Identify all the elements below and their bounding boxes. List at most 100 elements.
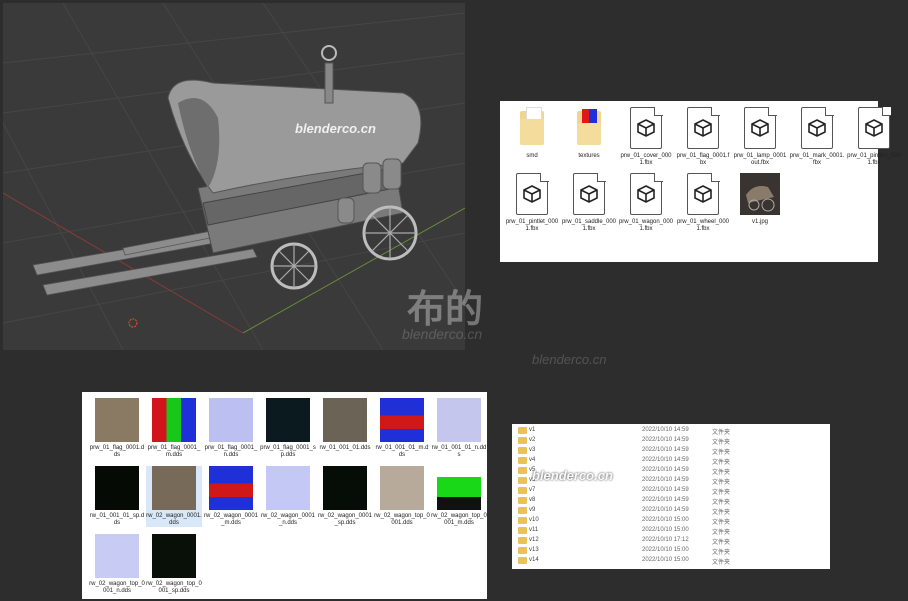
texture-item[interactable]: rw_02_wagon_0001_sp.dds — [317, 466, 373, 527]
folder-type: 文件夹 — [712, 440, 731, 446]
file-item[interactable]: prw_01_flag_0001.fbx — [675, 106, 731, 167]
texture-item[interactable]: rw_02_wagon_top_0001_m.dds — [431, 466, 487, 527]
3d-file-icon — [683, 106, 723, 151]
viewport-watermark: blenderco.cn — [295, 121, 376, 136]
folder-icon — [518, 547, 527, 554]
texture-name: rw_02_wagon_0001_n.dds — [260, 513, 316, 526]
file-name: textures — [578, 153, 600, 159]
file-item[interactable]: prw_01_pintlet_0001.fbx — [504, 172, 560, 233]
texture-thumbnail — [209, 466, 253, 510]
texture-item[interactable]: rw_02_wagon_top_0001.dds — [374, 466, 430, 527]
texture-name: prw_01_flag_0001_n.dds — [204, 445, 258, 458]
file-item[interactable]: prw_01_wheel_0001.fbx — [675, 172, 731, 233]
folder-icon — [518, 437, 527, 444]
folder-name: v2 — [529, 437, 536, 443]
image-thumbnail — [740, 173, 780, 217]
folder-row[interactable]: v11 2022/10/10 15:00 文件夹 — [516, 526, 826, 536]
folder-row[interactable]: v7 2022/10/10 14:59 文件夹 — [516, 486, 826, 496]
file-item[interactable]: prw_01_wagon_0001.fbx — [618, 172, 674, 233]
file-item[interactable]: prw_01_pintles_0001.fbx — [846, 106, 902, 167]
folder-type: 文件夹 — [712, 550, 731, 556]
folder-type: 文件夹 — [712, 530, 731, 536]
folder-type: 文件夹 — [712, 460, 731, 466]
folder-date: 2022/10/10 14:59 — [642, 487, 689, 493]
site-watermark-lower: blenderco.cn — [532, 352, 607, 367]
file-item[interactable]: v1.jpg — [732, 173, 788, 226]
texture-item[interactable]: rw_01_001_01_m.dds — [374, 398, 430, 459]
texture-name: rw_02_wagon_top_0001_n.dds — [89, 581, 145, 594]
folder-date: 2022/10/10 14:59 — [642, 477, 689, 483]
3d-viewport[interactable]: blenderco.cn — [3, 3, 465, 350]
file-item[interactable]: smd — [504, 107, 560, 160]
texture-item[interactable]: rw_02_wagon_0001_n.dds — [260, 466, 316, 527]
texture-item[interactable]: prw_01_flag_0001_n.dds — [203, 398, 259, 459]
texture-item[interactable]: prw_01_flag_0001_sp.dds — [260, 398, 316, 459]
folder-icon — [518, 467, 527, 474]
file-item[interactable]: prw_01_mark_0001.fbx — [789, 106, 845, 167]
texture-thumbnail — [437, 466, 481, 510]
texture-name: rw_02_wagon_0001_sp.dds — [317, 513, 373, 526]
folder-row[interactable]: v9 2022/10/10 14:59 文件夹 — [516, 506, 826, 516]
texture-item[interactable]: rw_02_wagon_0001_m.dds — [203, 466, 259, 527]
texture-thumbnail — [380, 466, 424, 510]
texture-thumbnail — [95, 398, 139, 442]
folder-date: 2022/10/10 14:59 — [642, 467, 689, 473]
file-name: prw_01_wagon_0001.fbx — [618, 219, 674, 232]
file-item[interactable]: prw_01_saddle_0001.fbx — [561, 172, 617, 233]
folder-name: v9 — [529, 507, 536, 513]
folder-row[interactable]: v10 2022/10/10 15:00 文件夹 — [516, 516, 826, 526]
folder-type: 文件夹 — [712, 540, 731, 546]
folder-icon — [518, 447, 527, 454]
texture-thumbnail — [152, 398, 196, 442]
file-item[interactable]: prw_01_lamp_0001out.fbx — [732, 106, 788, 167]
file-name: v1.jpg — [751, 219, 768, 225]
texture-item[interactable]: prw_01_flag_0001_m.dds — [146, 398, 202, 459]
file-name: smd — [526, 153, 538, 159]
folder-row[interactable]: v12 2022/10/10 17:12 文件夹 — [516, 536, 826, 546]
folder-type: 文件夹 — [712, 490, 731, 496]
folder-name: v4 — [529, 457, 536, 463]
folder-row[interactable]: v13 2022/10/10 15:00 文件夹 — [516, 546, 826, 556]
folder-date: 2022/10/10 14:59 — [642, 427, 689, 433]
3d-file-icon — [626, 172, 666, 217]
file-name: prw_01_pintles_0001.fbx — [847, 153, 901, 166]
folder-row[interactable]: v4 2022/10/10 14:59 文件夹 — [516, 456, 826, 466]
3d-file-icon — [569, 172, 609, 217]
folder-name: v7 — [529, 487, 536, 493]
folder-row[interactable]: v3 2022/10/10 14:59 文件夹 — [516, 446, 826, 456]
texture-name: rw_01_001_01_sp.dds — [89, 513, 145, 526]
3d-file-icon — [854, 106, 894, 151]
texture-item[interactable]: rw_01_001_01_n.dds — [431, 398, 487, 459]
folder-date: 2022/10/10 15:00 — [642, 517, 689, 523]
folder-row[interactable]: v2 2022/10/10 14:59 文件夹 — [516, 436, 826, 446]
texture-name: prw_01_flag_0001_sp.dds — [260, 445, 316, 458]
folder-date: 2022/10/10 14:59 — [642, 447, 689, 453]
texture-item[interactable]: rw_01_001_01.dds — [317, 398, 373, 452]
texture-name: rw_01_001_01.dds — [319, 445, 371, 451]
texture-item[interactable]: rw_01_001_01_sp.dds — [89, 466, 145, 527]
folder-row[interactable]: v14 2022/10/10 15:00 文件夹 — [516, 556, 826, 566]
texture-item[interactable]: rw_02_wagon_top_0001_sp.dds — [146, 534, 202, 595]
folder-row[interactable]: v8 2022/10/10 14:59 文件夹 — [516, 496, 826, 506]
folder-colored-icon — [569, 107, 609, 151]
folder-type: 文件夹 — [712, 450, 731, 456]
cn-logo-watermark: 布的 — [407, 289, 484, 331]
texture-item[interactable]: rw_02_wagon_top_0001_n.dds — [89, 534, 145, 595]
folder-name: v11 — [529, 527, 539, 533]
file-item[interactable]: prw_01_cover_0001.fbx — [618, 106, 674, 167]
texture-thumbnail — [323, 398, 367, 442]
texture-item[interactable]: rw_02_wagon_0001.dds — [146, 466, 202, 527]
3d-file-icon — [626, 106, 666, 151]
texture-name: rw_02_wagon_0001_m.dds — [203, 513, 259, 526]
texture-item[interactable]: prw_01_flag_0001.dds — [89, 398, 145, 459]
texture-name: rw_02_wagon_0001.dds — [146, 513, 202, 526]
texture-browser-panel: prw_01_flag_0001.dds prw_01_flag_0001_m.d… — [82, 392, 487, 599]
folder-icon — [518, 527, 527, 534]
folder-row[interactable]: v1 2022/10/10 14:59 文件夹 — [516, 426, 826, 436]
folder-list-panel: v1 2022/10/10 14:59 文件夹 v2 2022/10/10 14:59 文… — [512, 424, 830, 569]
file-item[interactable]: textures — [561, 107, 617, 160]
folder-date: 2022/10/10 14:59 — [642, 497, 689, 503]
folder-name: v14 — [529, 557, 539, 563]
texture-thumbnail — [266, 466, 310, 510]
folder-date: 2022/10/10 14:59 — [642, 507, 689, 513]
